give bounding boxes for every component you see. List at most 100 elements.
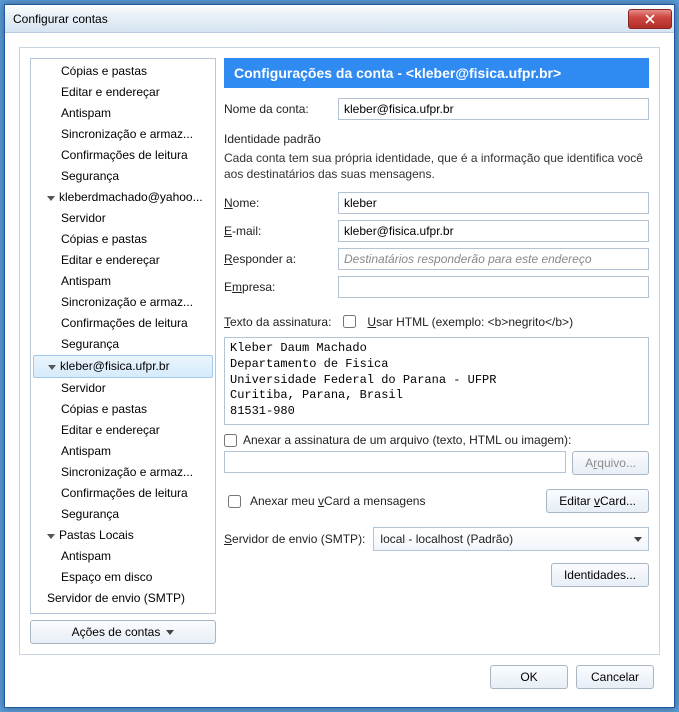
tree-item-label: Editar e endereçar (61, 423, 160, 437)
close-icon (645, 14, 655, 24)
twisty-icon (47, 196, 55, 201)
org-label: Empresa: (224, 280, 330, 294)
signature-label-row: Texto da assinatura: Usar HTML (exemplo:… (224, 312, 649, 331)
identities-row: Identidades... (224, 563, 649, 587)
attach-vcard-checkbox[interactable] (228, 495, 241, 508)
tree-item-label: Espaço em disco (61, 570, 152, 584)
smtp-row: Servidor de envio (SMTP): local - localh… (224, 527, 649, 551)
close-button[interactable] (628, 9, 672, 29)
email-label: E-mail: (224, 224, 330, 238)
tree-item[interactable]: kleberdmachado@yahoo... (31, 187, 215, 208)
tree-item[interactable]: Cópias e pastas (31, 61, 215, 82)
tree-item[interactable]: Antispam (31, 441, 215, 462)
tree-item-label: Servidor de envio (SMTP) (47, 591, 185, 605)
tree-item-label: Segurança (61, 507, 119, 521)
tree-item-label: Segurança (61, 169, 119, 183)
tree-item[interactable]: Cópias e pastas (31, 229, 215, 250)
identity-description: Cada conta tem sua própria identidade, q… (224, 150, 649, 182)
tree-item[interactable]: Sincronização e armaz... (31, 292, 215, 313)
twisty-icon (47, 534, 55, 539)
tree-item-label: kleberdmachado@yahoo... (59, 190, 203, 204)
tree-item-label: Confirmações de leitura (61, 148, 188, 162)
tree-item[interactable]: Antispam (31, 103, 215, 124)
signature-textarea[interactable] (224, 337, 649, 425)
account-actions-label: Ações de contas (72, 625, 161, 639)
tree-item[interactable]: Cópias e pastas (31, 399, 215, 420)
tree-item-label: Sincronização e armaz... (61, 465, 193, 479)
identities-button[interactable]: Identidades... (551, 563, 649, 587)
dialog-window: Configurar contas Cópias e pastas Editar … (4, 4, 675, 708)
tree-item[interactable]: Servidor de envio (SMTP) (31, 588, 215, 609)
cancel-button[interactable]: Cancelar (576, 665, 654, 689)
smtp-selected: local - localhost (Padrão) (380, 532, 513, 546)
tree-item[interactable]: Editar e endereçar (31, 250, 215, 271)
titlebar[interactable]: Configurar contas (5, 5, 674, 33)
tree-item[interactable]: Sincronização e armaz... (31, 124, 215, 145)
dialog-body: Cópias e pastas Editar e endereçar Antispa… (5, 33, 674, 707)
account-actions-button[interactable]: Ações de contas (30, 620, 216, 644)
choose-file-label: Arquivo... (585, 456, 636, 470)
tree-item[interactable]: Servidor (31, 378, 215, 399)
tree-item[interactable]: Confirmações de leitura (31, 145, 215, 166)
org-row: Empresa: (224, 276, 649, 298)
tree-item[interactable]: kleber@fisica.ufpr.br (33, 355, 213, 378)
signature-file-input (224, 451, 566, 473)
tree-item[interactable]: Confirmações de leitura (31, 313, 215, 334)
tree-item[interactable]: Antispam (31, 546, 215, 567)
account-name-label: Nome da conta: (224, 102, 330, 116)
tree-item[interactable]: Segurança (31, 334, 215, 355)
main-content: Cópias e pastas Editar e endereçar Antispa… (19, 47, 660, 655)
tree-item[interactable]: Segurança (31, 166, 215, 187)
choose-file-button[interactable]: Arquivo... (572, 451, 649, 475)
tree-item[interactable]: Servidor (31, 208, 215, 229)
use-html-label: Usar HTML (exemplo: <b>negrito</b>) (367, 315, 573, 329)
attach-signature-file-label: Anexar a assinatura de um arquivo (texto… (243, 433, 571, 447)
reply-input[interactable] (338, 248, 649, 270)
tree-item-label: Sincronização e armaz... (61, 127, 193, 141)
tree-item-label: kleber@fisica.ufpr.br (60, 359, 170, 373)
tree-item-label: Antispam (61, 106, 111, 120)
tree-item[interactable]: Confirmações de leitura (31, 483, 215, 504)
window-title: Configurar contas (13, 12, 628, 26)
tree-item[interactable]: Pastas Locais (31, 525, 215, 546)
email-row: E-mail: (224, 220, 649, 242)
smtp-label: Servidor de envio (SMTP): (224, 532, 365, 546)
tree-item-label: Segurança (61, 337, 119, 351)
settings-panel: Configurações da conta - <kleber@fisica.… (224, 58, 649, 644)
smtp-combo[interactable]: local - localhost (Padrão) (373, 527, 649, 551)
tree-item[interactable]: Editar e endereçar (31, 420, 215, 441)
tree-item[interactable]: Espaço em disco (31, 567, 215, 588)
sidebar: Cópias e pastas Editar e endereçar Antispa… (30, 58, 216, 644)
tree-item-label: Servidor (61, 211, 106, 225)
name-row: Nome: (224, 192, 649, 214)
tree-item-label: Confirmações de leitura (61, 316, 188, 330)
attach-file-row: Anexar a assinatura de um arquivo (texto… (224, 433, 649, 447)
email-input[interactable] (338, 220, 649, 242)
use-html-checkbox[interactable] (343, 315, 356, 328)
edit-vcard-button[interactable]: Editar vCard... (546, 489, 649, 513)
attach-vcard-label: Anexar meu vCard a mensagens (250, 494, 425, 508)
tree-item-label: Cópias e pastas (61, 402, 147, 416)
account-name-row: Nome da conta: (224, 98, 649, 120)
tree-item-label: Antispam (61, 274, 111, 288)
identities-label: Identidades... (564, 568, 636, 582)
tree-item[interactable]: Sincronização e armaz... (31, 462, 215, 483)
ok-button[interactable]: OK (490, 665, 568, 689)
tree-item-label: Editar e endereçar (61, 85, 160, 99)
twisty-icon (48, 365, 56, 370)
tree-item[interactable]: Antispam (31, 271, 215, 292)
account-name-input[interactable] (338, 98, 649, 120)
name-label: Nome: (224, 196, 330, 210)
tree-item-label: Sincronização e armaz... (61, 295, 193, 309)
signature-text-label: Texto da assinatura: (224, 315, 331, 329)
identity-section-title: Identidade padrão (224, 132, 649, 146)
name-input[interactable] (338, 192, 649, 214)
tree-item[interactable]: Editar e endereçar (31, 82, 215, 103)
org-input[interactable] (338, 276, 649, 298)
vcard-row: Anexar meu vCard a mensagens Editar vCar… (224, 489, 649, 513)
dialog-footer: OK Cancelar (19, 665, 660, 693)
tree-item-label: Cópias e pastas (61, 232, 147, 246)
account-tree[interactable]: Cópias e pastas Editar e endereçar Antispa… (30, 58, 216, 614)
attach-signature-file-checkbox[interactable] (224, 434, 237, 447)
tree-item[interactable]: Segurança (31, 504, 215, 525)
